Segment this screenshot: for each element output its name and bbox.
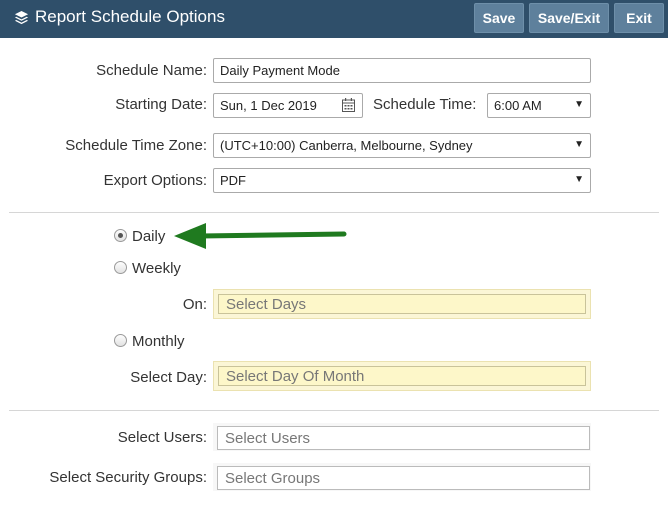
schedule-time-label: Schedule Time: [373, 96, 477, 113]
time-zone-value: (UTC+10:00) Canberra, Melbourne, Sydney [220, 138, 473, 153]
divider [9, 410, 659, 411]
select-day-of-month-wrapper: Select Day Of Month [213, 361, 591, 391]
starting-date-input[interactable]: Sun, 1 Dec 2019 [213, 93, 363, 118]
select-groups-input[interactable]: Select Groups [217, 466, 590, 490]
chevron-down-icon: ▼ [574, 139, 584, 150]
schedule-time-value: 6:00 AM [494, 98, 542, 113]
time-zone-label: Schedule Time Zone: [65, 137, 207, 154]
layers-icon [14, 10, 29, 24]
select-security-groups-label: Select Security Groups: [49, 469, 207, 486]
select-day-of-month-input[interactable]: Select Day Of Month [218, 366, 586, 386]
monthly-radio[interactable] [114, 334, 127, 347]
annotation-arrow-icon [174, 223, 347, 249]
save-exit-button[interactable]: Save/Exit [529, 3, 609, 33]
weekly-label: Weekly [132, 260, 181, 277]
schedule-time-select[interactable]: 6:00 AM ▼ [487, 93, 591, 118]
daily-radio[interactable] [114, 229, 127, 242]
starting-date-label: Starting Date: [115, 96, 207, 113]
save-button[interactable]: Save [474, 3, 524, 33]
divider [9, 212, 659, 213]
page-title: Report Schedule Options [14, 7, 225, 27]
schedule-name-input[interactable]: Daily Payment Mode [213, 58, 591, 83]
title-text: Report Schedule Options [35, 7, 225, 26]
calendar-icon[interactable] [342, 98, 355, 112]
starting-date-value: Sun, 1 Dec 2019 [220, 98, 317, 113]
monthly-label: Monthly [132, 333, 185, 350]
export-options-label: Export Options: [103, 172, 207, 189]
daily-label: Daily [132, 228, 166, 245]
chevron-down-icon: ▼ [574, 99, 584, 110]
time-zone-select[interactable]: (UTC+10:00) Canberra, Melbourne, Sydney … [213, 133, 591, 158]
exit-button[interactable]: Exit [614, 3, 664, 33]
select-users-input[interactable]: Select Users [217, 426, 590, 450]
schedule-name-label: Schedule Name: [96, 62, 207, 79]
select-days-wrapper: Select Days [213, 289, 591, 319]
export-options-value: PDF [220, 173, 246, 188]
select-users-label: Select Users: [117, 429, 207, 446]
select-days-input[interactable]: Select Days [218, 294, 586, 314]
chevron-down-icon: ▼ [574, 174, 584, 185]
title-bar: Report Schedule Options Save Save/Exit E… [0, 0, 668, 38]
on-label: On: [182, 296, 207, 313]
export-options-select[interactable]: PDF ▼ [213, 168, 591, 193]
weekly-radio[interactable] [114, 261, 127, 274]
select-day-label: Select Day: [130, 369, 207, 386]
